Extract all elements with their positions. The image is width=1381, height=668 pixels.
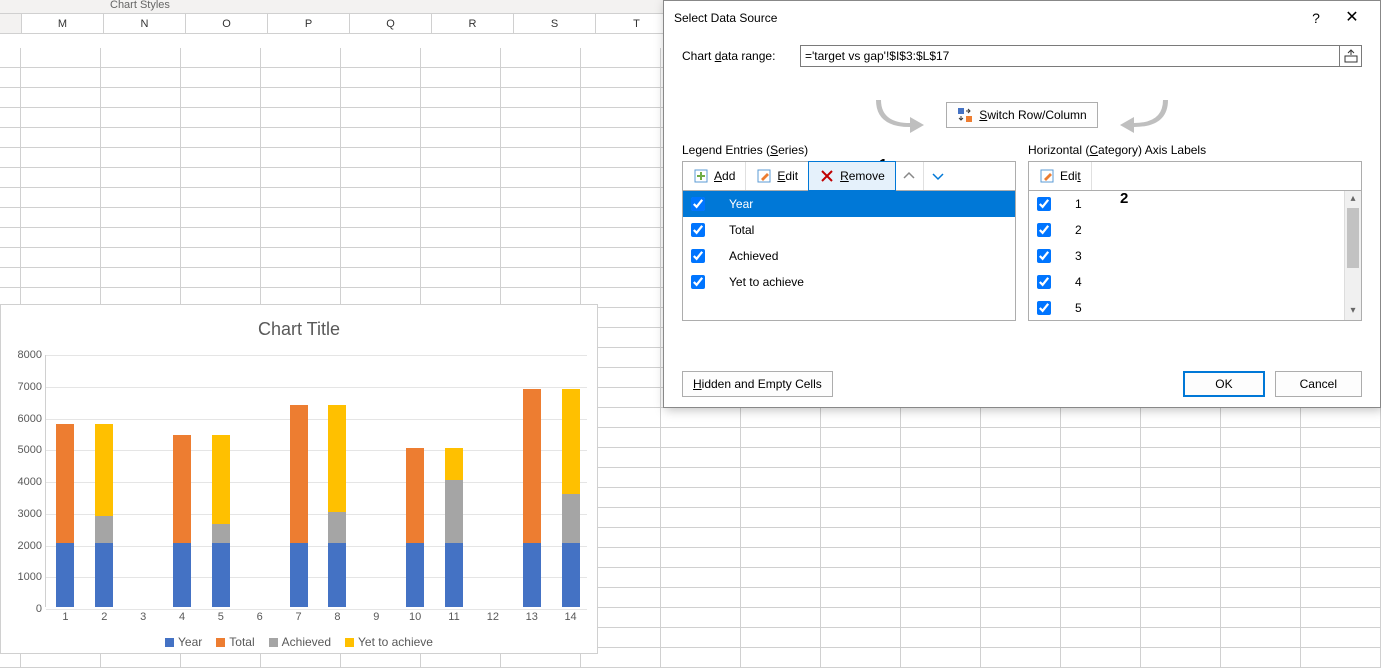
select-data-source-dialog: Select Data Source ? ✕ Chart data range:…	[663, 0, 1381, 408]
annotation-2: 2	[1120, 190, 1128, 207]
hidden-empty-cells-button[interactable]: Hidden and Empty Cells	[682, 371, 833, 397]
edit-icon	[756, 168, 772, 184]
series-list-item[interactable]: Yet to achieve	[683, 269, 1015, 295]
column-header[interactable]: Q	[350, 14, 432, 33]
curve-arrow-left-icon	[876, 95, 930, 135]
series-list[interactable]: YearTotalAchievedYet to achieve	[682, 191, 1016, 321]
switch-icon	[957, 107, 973, 123]
axis-checkbox[interactable]	[1037, 275, 1051, 289]
edit-icon	[1039, 168, 1055, 184]
scroll-down-icon[interactable]: ▾	[1345, 303, 1361, 320]
chevron-down-icon	[930, 168, 946, 184]
axis-list-item[interactable]: 5	[1029, 295, 1361, 321]
scroll-thumb[interactable]	[1347, 208, 1359, 268]
edit-axis-button[interactable]: Edit	[1029, 162, 1092, 190]
chart-data-range-input[interactable]	[800, 45, 1340, 67]
axis-checkbox[interactable]	[1037, 197, 1051, 211]
legend-entries-panel: Legend Entries (Series) Add Edit Remove	[682, 143, 1016, 321]
series-checkbox[interactable]	[691, 249, 705, 263]
column-header[interactable]: N	[104, 14, 186, 33]
move-up-button[interactable]	[895, 162, 924, 190]
add-series-button[interactable]: Add	[683, 162, 746, 190]
plot-area[interactable]: 0100020003000400050006000700080001234567…	[45, 355, 587, 607]
collapse-dialog-icon[interactable]	[1340, 45, 1362, 67]
close-icon[interactable]: ✕	[1334, 5, 1370, 31]
series-list-item[interactable]: Total	[683, 217, 1015, 243]
chevron-up-icon	[901, 168, 917, 184]
add-icon	[693, 168, 709, 184]
axis-labels-label: Horizontal (Category) Axis Labels	[1028, 143, 1362, 157]
legend-item[interactable]: Yet to achieve	[345, 635, 433, 649]
column-header[interactable]: M	[22, 14, 104, 33]
series-checkbox[interactable]	[691, 223, 705, 237]
legend-item[interactable]: Achieved	[269, 635, 331, 649]
ribbon-group-label: Chart Styles	[110, 0, 170, 11]
remove-series-button[interactable]: Remove	[808, 161, 896, 191]
axis-list-item[interactable]: 1	[1029, 191, 1361, 217]
series-list-item[interactable]: Achieved	[683, 243, 1015, 269]
series-checkbox[interactable]	[691, 275, 705, 289]
legend-entries-label: Legend Entries (Series)	[682, 143, 1016, 157]
move-down-button[interactable]	[924, 162, 952, 190]
axis-labels-panel: Horizontal (Category) Axis Labels Edit 1…	[1028, 143, 1362, 321]
legend-item[interactable]: Year	[165, 635, 202, 649]
remove-icon	[819, 168, 835, 184]
chart-title[interactable]: Chart Title	[1, 305, 597, 340]
axis-list-item[interactable]: 3	[1029, 243, 1361, 269]
axis-list-item[interactable]: 2	[1029, 217, 1361, 243]
column-header[interactable]: S	[514, 14, 596, 33]
chart-data-range-label: Chart data range:	[682, 49, 800, 63]
axis-checkbox[interactable]	[1037, 223, 1051, 237]
axis-checkbox[interactable]	[1037, 301, 1051, 315]
series-list-item[interactable]: Year	[683, 191, 1015, 217]
dialog-titlebar: Select Data Source ? ✕	[664, 1, 1380, 35]
axis-checkbox[interactable]	[1037, 249, 1051, 263]
cancel-button[interactable]: Cancel	[1275, 371, 1362, 397]
curve-arrow-right-icon	[1114, 95, 1168, 135]
axis-list-item[interactable]: 4	[1029, 269, 1361, 295]
chart-legend[interactable]: Year Total Achieved Yet to achieve	[1, 635, 597, 649]
legend-item[interactable]: Total	[216, 635, 254, 649]
column-header[interactable]: R	[432, 14, 514, 33]
column-header[interactable]: O	[186, 14, 268, 33]
dialog-title: Select Data Source	[674, 11, 1298, 25]
edit-series-button[interactable]: Edit	[746, 162, 809, 190]
ok-button[interactable]: OK	[1183, 371, 1264, 397]
scrollbar[interactable]: ▴ ▾	[1344, 191, 1361, 320]
series-checkbox[interactable]	[691, 197, 705, 211]
scroll-up-icon[interactable]: ▴	[1345, 191, 1361, 208]
chart-object[interactable]: Chart Title 0100020003000400050006000700…	[0, 304, 598, 654]
axis-list[interactable]: 12345 ▴ ▾	[1028, 191, 1362, 321]
help-icon[interactable]: ?	[1298, 5, 1334, 31]
column-header[interactable]: P	[268, 14, 350, 33]
switch-row-column-button[interactable]: SSwitch Row/Columnwitch Row/Column	[946, 102, 1097, 128]
